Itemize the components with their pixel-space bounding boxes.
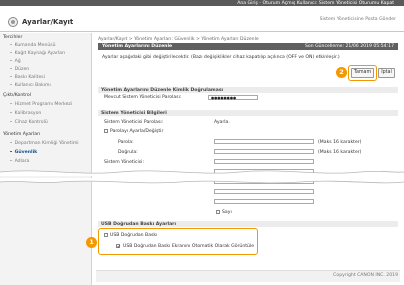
- sidebar-item-calibration[interactable]: Kalibrasyon: [10, 111, 41, 116]
- password-label: Parola:: [118, 140, 134, 145]
- usb-section-header: USB Doğrudan Baskı Ayarları: [98, 221, 398, 227]
- auth-section-header: Yönetim Ayarlarını Düzenle Kimlik Doğrul…: [98, 87, 398, 93]
- usb-auto-display-checkbox[interactable]: ✔: [116, 244, 120, 249]
- confirm-max-note: (Maks 16 karakter): [318, 150, 362, 155]
- mail-admin-link[interactable]: Sistem Yöneticisine Posta Gönder: [320, 17, 396, 22]
- confirm-password-field[interactable]: [214, 149, 314, 154]
- main-content: Ayarlar/Kayıt > Yönetim Ayarları: Güvenl…: [86, 33, 400, 285]
- sidebar-section-output[interactable]: Çıktı/Kontrol: [3, 93, 31, 98]
- app-header: Ayarlar/Kayıt Sistem Yöneticisine Posta …: [0, 6, 404, 32]
- torn-edge-bottom: [0, 178, 404, 184]
- bullet-icon: [10, 43, 12, 46]
- sidebar-item-network[interactable]: Ağ: [10, 59, 21, 64]
- ok-highlight: [348, 65, 377, 81]
- partial-checkbox[interactable]: [216, 210, 220, 214]
- admin-field-4[interactable]: [214, 189, 314, 194]
- set-change-password-label: Parolayı Ayarla/Değiştir: [110, 129, 164, 134]
- sidebar-section-preferences[interactable]: Tercihler: [3, 35, 22, 40]
- sidebar-item-names[interactable]: Adlara: [10, 159, 29, 164]
- callout-one: 1: [86, 237, 97, 248]
- sidebar-item-department-id[interactable]: Departman Kimliği Yönetimi: [10, 141, 79, 146]
- settings-logo-icon: [8, 17, 18, 27]
- bullet-icon: [10, 75, 12, 78]
- sidebar-item-control-menu[interactable]: Kumanda Menüsü: [10, 43, 56, 48]
- notice-text: Ayarlar aşağıdaki gibi değiştirilecektir…: [102, 55, 340, 60]
- callout-two: 2: [336, 67, 347, 78]
- sidebar-item-user-maintenance[interactable]: Kullanıcı Bakımı: [10, 83, 51, 88]
- usb-direct-print-checkbox[interactable]: [104, 233, 108, 237]
- header-links: Sistem Yöneticisine Posta Gönder: [306, 17, 396, 22]
- confirm-label: Doğrula:: [118, 150, 138, 155]
- password-field[interactable]: [214, 139, 314, 144]
- sidebar-item-print-quality[interactable]: Baskı Kalitesi: [10, 75, 45, 80]
- admin-name-field[interactable]: [214, 159, 314, 164]
- panel-title: Yönetim Ayarlarını Düzenle: [102, 44, 173, 49]
- bullet-icon: [10, 150, 12, 153]
- current-password-field[interactable]: ●●●●●●●●: [208, 95, 258, 100]
- breadcrumb: Ayarlar/Kayıt > Yönetim Ayarları: Güvenl…: [98, 37, 259, 42]
- admin-password-status: Ayarla.: [214, 120, 230, 125]
- last-updated: Son Güncelleme: 21/06 2019 05:54:17: [304, 44, 394, 49]
- admin-password-label: Sistem Yöneticisi Parolası:: [104, 120, 164, 125]
- current-password-label: Mevcut Sistem Yöneticisi Parolası:: [104, 95, 182, 100]
- usb-auto-display-label: USB Doğrudan Baskı Ekranını Otomatik Ola…: [123, 244, 255, 249]
- panel-title-bar: Yönetim Ayarlarını Düzenle Son Güncellem…: [98, 43, 398, 50]
- sidebar-item-security[interactable]: Güvenlik: [10, 150, 37, 155]
- torn-edge-top: [0, 170, 404, 176]
- cancel-button[interactable]: İptal: [378, 68, 395, 78]
- sidebar-item-device-control[interactable]: Cihaz Kontrolü: [10, 120, 48, 125]
- usb-direct-print-label: USB Doğrudan Baskı: [110, 233, 158, 238]
- bullet-icon: [10, 67, 12, 70]
- admin-section-header: Sistem Yöneticisi Bilgileri: [98, 110, 398, 116]
- bullet-icon: [10, 159, 12, 162]
- sidebar-section-management[interactable]: Yönetim Ayarları: [3, 132, 40, 137]
- top-status-text: Ana Giriş - Oturum Açmış Kullanıcı: Sist…: [237, 0, 394, 6]
- bullet-icon: [10, 102, 12, 105]
- sidebar-item-layout[interactable]: Düzen: [10, 67, 29, 72]
- bullet-icon: [10, 141, 12, 144]
- set-change-password-checkbox[interactable]: [104, 129, 108, 133]
- bullet-icon: [10, 83, 12, 86]
- copyright: Copyright CANON INC. 2019: [333, 273, 398, 278]
- bullet-icon: [10, 111, 12, 114]
- admin-name-label: Sistem Yöneticisi:: [104, 160, 144, 165]
- sidebar: Tercihler Kumanda Menüsü Kağıt Kaynağı A…: [0, 33, 92, 285]
- bullet-icon: [10, 51, 12, 54]
- bullet-icon: [10, 120, 12, 123]
- partial-label: Sayı: [222, 210, 232, 215]
- password-max-note: (Maks 16 karakter): [318, 140, 362, 145]
- sidebar-item-utility-center[interactable]: Hizmet Programı Merkezi: [10, 102, 72, 107]
- sidebar-item-paper-source[interactable]: Kağıt Kaynağı Ayarları: [10, 51, 65, 56]
- page-title: Ayarlar/Kayıt: [22, 18, 74, 26]
- admin-field-5[interactable]: [214, 199, 314, 204]
- bullet-icon: [10, 59, 12, 62]
